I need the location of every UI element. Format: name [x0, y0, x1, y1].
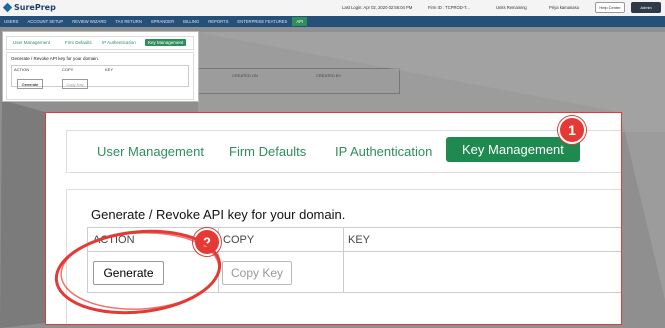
tab-firm-defaults[interactable]: Firm Defaults	[229, 144, 306, 159]
mini-col-copy: COPY	[62, 67, 74, 72]
mini-tab-ip-authentication[interactable]: IP Authentication	[102, 40, 136, 45]
copy-key-button: Copy Key	[222, 261, 292, 285]
mini-col-key: KEY	[105, 67, 114, 72]
mini-tab-key-management[interactable]: Key Management	[145, 39, 187, 46]
step-badge-1: 1	[558, 116, 586, 144]
tab-key-management[interactable]: Key Management	[446, 137, 580, 162]
mini-col-action: ACTION	[14, 67, 30, 72]
mini-content: Generate / Revoke API key for your domai…	[6, 52, 194, 100]
mini-preview: User Management Firm Defaults IP Authent…	[2, 31, 199, 102]
mini-tab-firm-defaults[interactable]: Firm Defaults	[65, 40, 92, 45]
mini-generate-button[interactable]: Generate	[17, 79, 43, 89]
mini-copy-key-button: Copy Key	[62, 79, 88, 89]
panel-title: Generate / Revoke API key for your domai…	[91, 207, 346, 222]
tab-bar: User Management Firm Defaults IP Authent…	[66, 130, 621, 173]
col-key: KEY	[348, 234, 371, 246]
mini-tab-user-management[interactable]: User Management	[13, 40, 50, 45]
mini-tab-bar: User Management Firm Defaults IP Authent…	[6, 36, 194, 50]
tab-ip-authentication[interactable]: IP Authentication	[335, 144, 432, 159]
col-divider	[343, 228, 344, 292]
mini-title: Generate / Revoke API key for your domai…	[11, 56, 100, 61]
tab-user-management[interactable]: User Management	[97, 144, 204, 159]
highlight-ellipse	[54, 229, 222, 315]
